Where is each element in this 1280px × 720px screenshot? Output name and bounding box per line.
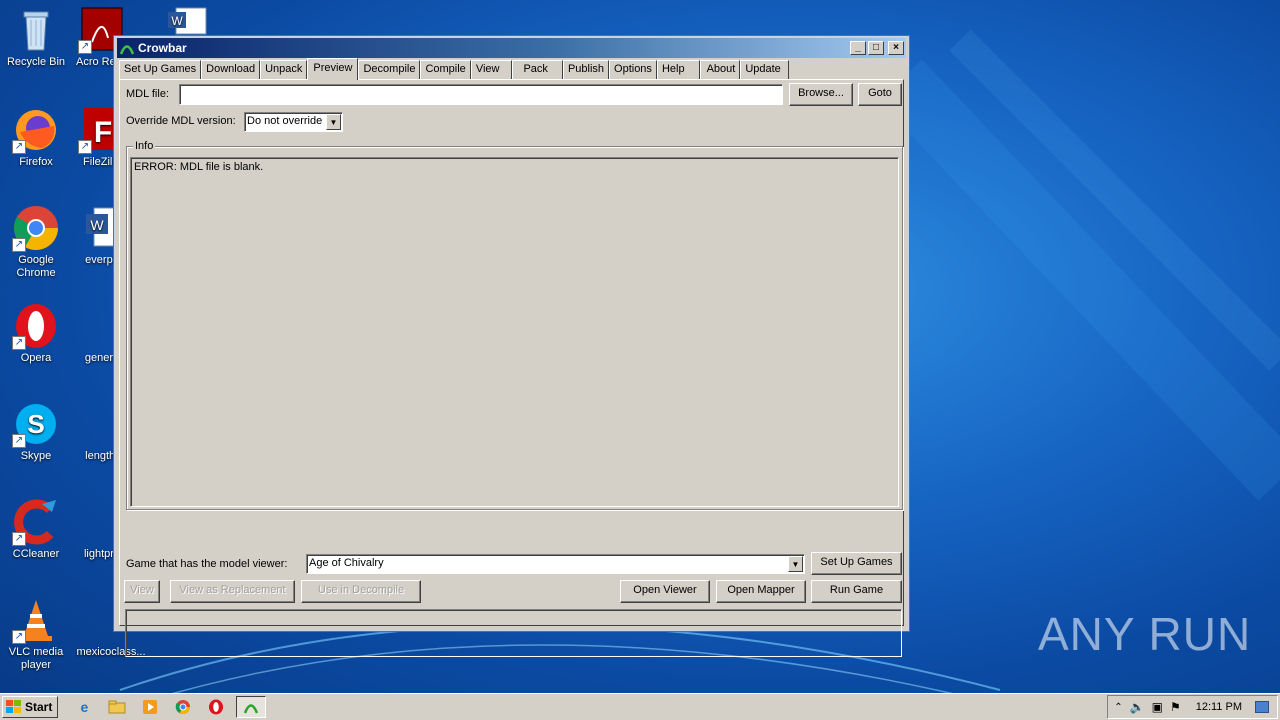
shortcut-arrow-icon: ↗ — [12, 140, 26, 154]
taskbar-crowbar-app[interactable] — [236, 696, 267, 718]
maximize-button[interactable]: □ — [868, 41, 884, 55]
tab-set-up-games[interactable]: Set Up Games — [119, 60, 202, 79]
override-mdl-version-value: Do not override — [247, 115, 323, 127]
tab-view[interactable]: View — [470, 60, 513, 79]
clock[interactable]: 12:11 PM — [1196, 701, 1242, 713]
desktop-icon-ccleaner[interactable]: ↗ CCleaner — [0, 498, 72, 561]
title-bar[interactable]: Crowbar _ □ × — [117, 38, 906, 58]
run-game-button[interactable]: Run Game — [811, 580, 902, 603]
tab-update[interactable]: Update — [740, 60, 789, 79]
game-select-value: Age of Chivalry — [309, 557, 384, 569]
mdl-file-input[interactable] — [179, 84, 783, 105]
info-groupbox: Info ERROR: MDL file is blank. — [126, 140, 903, 510]
view-as-replacement-button[interactable]: View as Replacement — [170, 580, 295, 603]
tray-expand-icon[interactable]: ⌃ — [1114, 702, 1122, 713]
taskbar: Start e ⌃ 🔈 ▣ ⚑ 12:11 PM — [0, 693, 1280, 720]
desktop-icon-recycle-bin[interactable]: Recycle Bin — [0, 6, 72, 69]
open-viewer-button[interactable]: Open Viewer — [620, 580, 710, 603]
chrome-taskbar-icon[interactable] — [173, 697, 193, 717]
internet-explorer-icon[interactable]: e — [74, 697, 94, 717]
desktop-icon-chrome[interactable]: ↗ Google Chrome — [0, 204, 72, 280]
game-model-viewer-label: Game that has the model viewer: — [126, 558, 288, 570]
svg-text:W: W — [90, 217, 104, 233]
media-player-icon[interactable] — [140, 697, 160, 717]
desktop-icon-opera[interactable]: ↗ Opera — [0, 302, 72, 365]
tab-compile[interactable]: Compile — [420, 60, 471, 79]
tab-download[interactable]: Download — [201, 60, 261, 79]
goto-button[interactable]: Goto — [858, 83, 902, 106]
tab-unpack[interactable]: Unpack — [260, 60, 308, 79]
tab-publish[interactable]: Publish — [562, 60, 610, 79]
desktop-icon-skype[interactable]: S ↗ Skype — [0, 400, 72, 463]
anyrun-watermark: ANY RUN — [1038, 607, 1251, 661]
start-label: Start — [25, 700, 53, 714]
crowbar-window: Crowbar _ □ × Set Up Games Download Unpa… — [113, 35, 910, 657]
tab-strip: Set Up Games Download Unpack Preview Dec… — [119, 58, 789, 80]
game-select[interactable]: Age of Chivalry ▼ — [306, 554, 805, 574]
opera-icon: ↗ — [12, 302, 60, 350]
shortcut-arrow-icon: ↗ — [12, 238, 26, 252]
skype-icon: S ↗ — [12, 400, 60, 448]
tab-options[interactable]: Options — [609, 60, 657, 79]
shortcut-arrow-icon: ↗ — [12, 630, 26, 644]
tab-about[interactable]: About — [699, 60, 741, 79]
shortcut-arrow-icon: ↗ — [78, 140, 92, 154]
ccleaner-icon: ↗ — [12, 498, 60, 546]
shortcut-arrow-icon: ↗ — [12, 434, 26, 448]
show-desktop-icon[interactable] — [1255, 701, 1269, 713]
window-title: Crowbar — [138, 41, 187, 55]
mdl-file-label: MDL file: — [126, 88, 169, 100]
info-log[interactable]: ERROR: MDL file is blank. — [130, 157, 899, 507]
recycle-bin-icon — [12, 6, 60, 54]
tab-help[interactable]: Help — [656, 60, 700, 79]
desktop-icon-firefox[interactable]: ↗ Firefox — [0, 106, 72, 169]
action-center-flag-icon[interactable]: ⚑ — [1170, 700, 1181, 714]
view-button[interactable]: View — [124, 580, 160, 603]
watermark-text: ANY RUN — [1038, 608, 1252, 660]
crowbar-app-icon — [244, 704, 259, 714]
tab-decompile[interactable]: Decompile — [358, 60, 421, 79]
windows-logo-icon — [6, 700, 21, 713]
vlc-cone-icon: ↗ — [12, 596, 60, 644]
browse-button[interactable]: Browse... — [789, 83, 853, 106]
chevron-down-icon[interactable]: ▼ — [326, 114, 341, 130]
set-up-games-button[interactable]: Set Up Games — [811, 552, 902, 575]
tab-pack[interactable]: Pack — [512, 60, 563, 79]
info-log-text: ERROR: MDL file is blank. — [134, 161, 264, 173]
info-legend: Info — [133, 140, 156, 152]
svg-text:F: F — [94, 116, 112, 149]
network-icon[interactable]: ▣ — [1152, 700, 1163, 714]
file-explorer-icon[interactable] — [107, 697, 127, 717]
crowbar-app-icon — [119, 45, 135, 55]
status-area — [125, 609, 902, 657]
override-mdl-version-select[interactable]: Do not override ▼ — [244, 112, 343, 132]
preview-panel: MDL file: Browse... Goto Override MDL ve… — [119, 79, 904, 657]
start-button[interactable]: Start — [2, 696, 59, 718]
chevron-down-icon[interactable]: ▼ — [788, 556, 803, 572]
volume-icon[interactable]: 🔈 — [1130, 700, 1145, 714]
svg-text:S: S — [27, 409, 44, 439]
close-button[interactable]: × — [888, 41, 904, 55]
system-tray: ⌃ 🔈 ▣ ⚑ 12:11 PM — [1107, 695, 1278, 719]
svg-text:W: W — [171, 14, 183, 28]
use-in-decompile-button[interactable]: Use in Decompile — [301, 580, 421, 603]
minimize-button[interactable]: _ — [850, 41, 866, 55]
desktop-icon-vlc[interactable]: ↗ VLC media player — [0, 596, 72, 672]
open-mapper-button[interactable]: Open Mapper — [716, 580, 806, 603]
opera-taskbar-icon[interactable] — [206, 697, 226, 717]
shortcut-arrow-icon: ↗ — [12, 336, 26, 350]
chrome-icon: ↗ — [12, 204, 60, 252]
shortcut-arrow-icon: ↗ — [12, 532, 26, 546]
override-mdl-version-label: Override MDL version: — [126, 115, 236, 127]
shortcut-arrow-icon: ↗ — [78, 40, 92, 54]
tab-preview[interactable]: Preview — [307, 58, 359, 80]
firefox-icon: ↗ — [12, 106, 60, 154]
